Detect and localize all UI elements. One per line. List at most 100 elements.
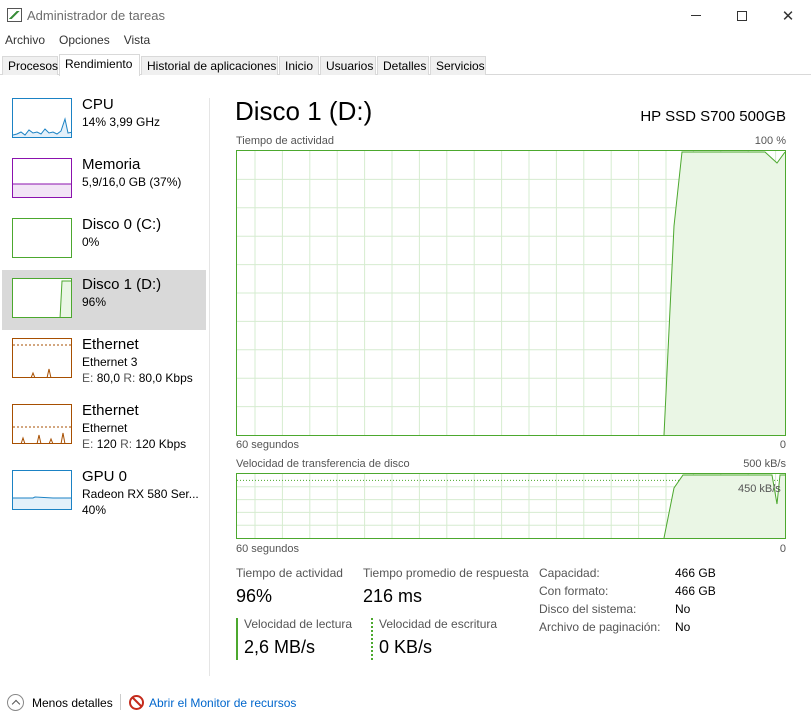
tab-bar: Procesos Rendimiento Historial de aplica… — [0, 54, 811, 76]
task-manager-icon — [7, 8, 22, 22]
write-speed-value: 0 KB/s — [379, 637, 433, 657]
title-bar: Administrador de tareas ✕ — [0, 0, 811, 31]
fewer-details-button[interactable]: Menos detalles — [32, 696, 113, 710]
active-time-value: 96% — [236, 586, 273, 606]
graph1-label: Tiempo de actividad — [236, 135, 335, 147]
graph2-max-label: 500 kB/s — [743, 458, 786, 470]
sidebar-gpu-title: GPU 0 — [82, 468, 128, 485]
write-speed-label: Velocidad de escritura — [379, 617, 498, 631]
capacity-value: 466 GB — [675, 566, 716, 580]
transfer-graph-svg — [237, 474, 785, 539]
minimize-icon — [691, 15, 701, 16]
tab-detalles[interactable]: Detalles — [377, 56, 429, 75]
tab-procesos[interactable]: Procesos — [2, 56, 58, 75]
ethernet-thumbnail — [12, 404, 72, 444]
cpu-mini-graph — [13, 117, 71, 137]
read-speed-label: Velocidad de lectura — [244, 617, 353, 631]
ethernet-recv-label: R: — [120, 437, 133, 451]
sidebar-item-ethernet[interactable]: Ethernet Ethernet E: 120 R: 120 Kbps — [2, 396, 206, 456]
formatted-value: 466 GB — [675, 584, 716, 598]
sidebar-ethernet3-throughput: E: 80,0 R: 80,0 Kbps — [82, 371, 193, 385]
ethernet3-send-label: E: — [82, 371, 94, 385]
close-button[interactable]: ✕ — [765, 0, 811, 31]
transfer-graph — [236, 473, 786, 539]
system-disk-value: No — [675, 602, 691, 616]
page-file-label: Archivo de paginación: — [539, 620, 661, 634]
ethernet3-send-value: 80,0 — [96, 371, 121, 385]
sidebar-ethernet3-name: Ethernet 3 — [82, 355, 138, 369]
sidebar-ethernet-throughput: E: 120 R: 120 Kbps — [82, 437, 186, 451]
graph2-x-label: 60 segundos — [236, 543, 299, 555]
window-title: Administrador de tareas — [27, 8, 166, 23]
disk0-thumbnail — [12, 218, 72, 258]
memory-mini-graph — [13, 183, 71, 197]
read-speed-indicator — [236, 618, 238, 660]
sidebar-disco0-value: 0% — [82, 235, 100, 249]
sidebar-item-gpu0[interactable]: GPU 0 Radeon RX 580 Ser... 40% — [2, 462, 206, 522]
menu-vista[interactable]: Vista — [119, 31, 155, 51]
system-disk-label: Disco del sistema: — [539, 602, 637, 616]
capacity-label: Capacidad: — [539, 566, 600, 580]
menu-opciones[interactable]: Opciones — [54, 31, 115, 51]
tab-usuarios[interactable]: Usuarios — [320, 56, 376, 75]
sidebar-item-disco1[interactable]: Disco 1 (D:) 96% — [2, 270, 206, 330]
graph1-x-label: 60 segundos — [236, 439, 299, 451]
ethernet-send-value: 120 — [96, 437, 117, 451]
sidebar-gpu-name: Radeon RX 580 Ser... — [82, 487, 199, 501]
resource-monitor-icon[interactable] — [129, 695, 144, 710]
sidebar-gpu-value: 40% — [82, 503, 107, 517]
tab-historial[interactable]: Historial de aplicaciones — [141, 56, 278, 75]
memory-thumbnail — [12, 158, 72, 198]
graph2-min-label: 0 — [779, 543, 786, 555]
sidebar-disco1-value: 96% — [82, 295, 107, 309]
sidebar-memoria-value: 5,9/16,0 GB (37%) — [82, 175, 182, 189]
formatted-label: Con formato: — [539, 584, 609, 598]
sidebar-ethernet3-title: Ethernet — [82, 336, 139, 353]
close-icon: ✕ — [781, 7, 795, 25]
panel-divider — [209, 98, 210, 676]
footer-divider — [120, 694, 121, 710]
tab-inicio[interactable]: Inicio — [279, 56, 319, 75]
disk1-thumbnail — [12, 278, 72, 318]
menu-bar: Archivo Opciones Vista — [0, 31, 811, 51]
graph2-label: Velocidad de transferencia de disco — [236, 458, 410, 470]
maximize-icon — [737, 10, 747, 21]
disk1-mini-graph — [59, 280, 71, 317]
chevron-up-icon[interactable] — [7, 694, 24, 711]
ethernet3-recv-value: 80,0 Kbps — [138, 371, 193, 385]
page-file-value: No — [675, 620, 691, 634]
menu-archivo[interactable]: Archivo — [0, 31, 50, 51]
ethernet3-recv-label: R: — [123, 371, 136, 385]
sidebar-item-cpu[interactable]: CPU 14% 3,99 GHz — [2, 90, 206, 150]
sidebar-item-disco0[interactable]: Disco 0 (C:) 0% — [2, 210, 206, 270]
sidebar-item-ethernet3[interactable]: Ethernet Ethernet 3 E: 80,0 R: 80,0 Kbps — [2, 330, 206, 390]
active-time-label: Tiempo de actividad — [236, 566, 343, 580]
gpu-thumbnail — [12, 470, 72, 510]
sidebar-cpu-value: 14% 3,99 GHz — [82, 115, 161, 129]
activity-graph — [236, 150, 786, 436]
page-title: Disco 1 (D:) — [235, 96, 373, 126]
response-time-value: 216 ms — [363, 586, 423, 606]
disk-model: HP SSD S700 500GB — [640, 108, 786, 125]
sidebar-memoria-title: Memoria — [82, 156, 141, 173]
minimize-button[interactable] — [673, 0, 719, 31]
ethernet-mini-graph — [13, 426, 71, 443]
gpu-mini-graph — [13, 496, 71, 509]
sidebar-ethernet-title: Ethernet — [82, 402, 139, 419]
open-resource-monitor-link[interactable]: Abrir el Monitor de recursos — [149, 696, 296, 710]
sidebar-disco1-title: Disco 1 (D:) — [82, 276, 162, 293]
graph1-min-label: 0 — [779, 439, 786, 451]
graph1-max-label: 100 % — [754, 135, 786, 147]
tab-rendimiento[interactable]: Rendimiento — [59, 54, 140, 76]
ethernet-send-label: E: — [82, 437, 94, 451]
ethernet3-thumbnail — [12, 338, 72, 378]
response-time-label: Tiempo promedio de respuesta — [363, 566, 529, 580]
sidebar-disco0-title: Disco 0 (C:) — [82, 216, 162, 233]
sidebar-item-memoria[interactable]: Memoria 5,9/16,0 GB (37%) — [2, 150, 206, 210]
tab-servicios[interactable]: Servicios — [430, 56, 486, 75]
maximize-button[interactable] — [719, 0, 765, 31]
write-speed-indicator — [371, 618, 373, 660]
ethernet3-mini-graph — [13, 344, 71, 377]
footer: Menos detalles Abrir el Monitor de recur… — [0, 686, 811, 726]
sidebar-cpu-title: CPU — [82, 96, 114, 113]
